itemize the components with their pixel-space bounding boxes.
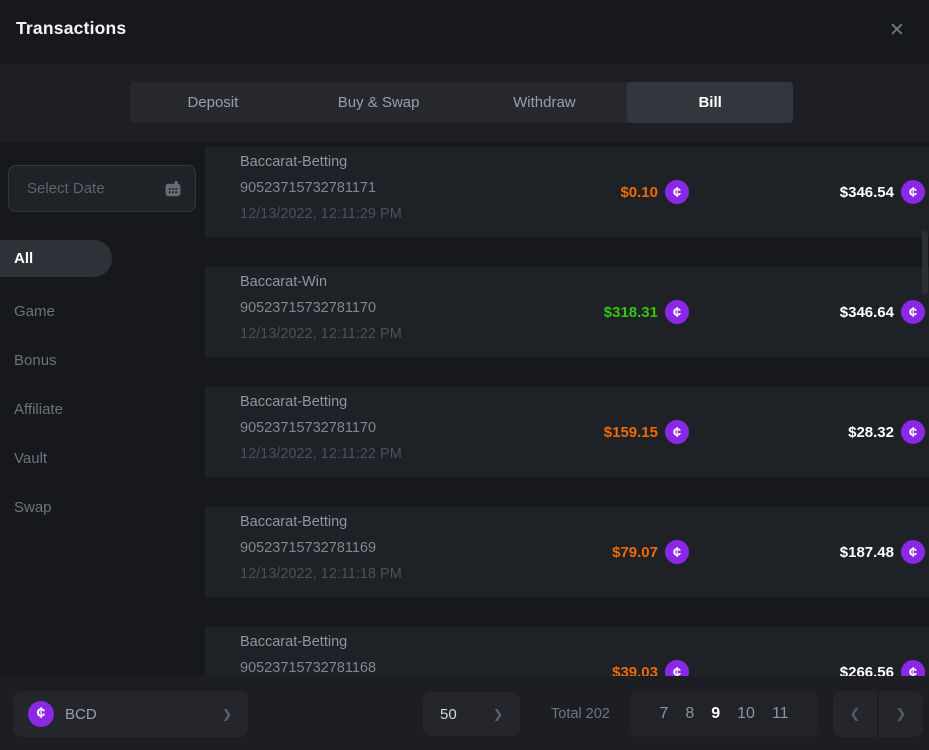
- chevron-right-icon: ❯: [493, 707, 503, 721]
- bcd-coin-icon: ¢: [665, 180, 689, 204]
- close-icon[interactable]: ✕: [882, 15, 912, 45]
- transaction-date: 12/13/2022, 12:11:22 PM: [240, 446, 402, 462]
- chevron-left-icon: ❮: [850, 706, 861, 722]
- transaction-balance: $346.64 ¢: [840, 300, 925, 324]
- chevron-right-icon: ❯: [896, 706, 907, 722]
- transaction-name: Baccarat-Win: [240, 274, 327, 290]
- prev-page-button[interactable]: ❮: [833, 691, 877, 737]
- pagination-nav: ❮ ❯: [833, 691, 923, 737]
- total-count-label: Total 202: [551, 691, 610, 737]
- transaction-balance: $187.48 ¢: [840, 540, 925, 564]
- transaction-date: 12/13/2022, 12:11:22 PM: [240, 326, 402, 342]
- transaction-name: Baccarat-Betting: [240, 514, 347, 530]
- page-size-value: 50: [440, 706, 457, 723]
- bcd-coin-icon: ¢: [901, 660, 925, 676]
- transaction-id: 90523715732781170: [240, 420, 376, 436]
- table-row[interactable]: Baccarat-Win 90523715732781170 12/13/202…: [205, 267, 929, 357]
- tab-deposit[interactable]: Deposit: [130, 82, 296, 123]
- modal-header: [0, 0, 929, 64]
- transaction-name: Baccarat-Betting: [240, 154, 347, 170]
- currency-selector[interactable]: ¢ BCD ❯: [13, 691, 248, 737]
- bcd-coin-icon: ¢: [901, 540, 925, 564]
- page-button-9[interactable]: 9: [711, 705, 720, 723]
- transaction-name: Baccarat-Betting: [240, 634, 347, 650]
- scrollbar-thumb[interactable]: [922, 230, 928, 294]
- transaction-balance: $266.56 ¢: [840, 660, 925, 676]
- page-button-11[interactable]: 11: [772, 705, 789, 723]
- transaction-id: 90523715732781169: [240, 540, 376, 556]
- tab-bill[interactable]: Bill: [627, 82, 793, 123]
- transaction-list: Baccarat-Betting 90523715732781171 12/13…: [0, 143, 929, 676]
- transaction-amount: $79.07 ¢: [612, 540, 689, 564]
- tab-buy-swap[interactable]: Buy & Swap: [296, 82, 462, 123]
- bcd-coin-icon: ¢: [901, 420, 925, 444]
- table-row[interactable]: Baccarat-Betting 90523715732781168 $39.0…: [205, 627, 929, 676]
- transaction-id: 90523715732781170: [240, 300, 376, 316]
- bcd-coin-icon: ¢: [28, 701, 54, 727]
- transaction-balance: $28.32 ¢: [848, 420, 925, 444]
- page-button-8[interactable]: 8: [685, 705, 694, 723]
- table-row[interactable]: Baccarat-Betting 90523715732781169 12/13…: [205, 507, 929, 597]
- transaction-amount: $39.03 ¢: [612, 660, 689, 676]
- transaction-id: 90523715732781168: [240, 660, 376, 676]
- bcd-coin-icon: ¢: [665, 420, 689, 444]
- table-row[interactable]: Baccarat-Betting 90523715732781171 12/13…: [205, 147, 929, 237]
- transaction-amount: $0.10 ¢: [620, 180, 689, 204]
- bcd-coin-icon: ¢: [901, 300, 925, 324]
- transaction-name: Baccarat-Betting: [240, 394, 347, 410]
- page-button-10[interactable]: 10: [737, 705, 755, 723]
- pagination: 7 8 9 10 11: [630, 691, 818, 737]
- bcd-coin-icon: ¢: [665, 300, 689, 324]
- chevron-right-icon: ❯: [222, 707, 232, 721]
- tab-withdraw[interactable]: Withdraw: [462, 82, 628, 123]
- transaction-amount: $318.31 ¢: [604, 300, 689, 324]
- next-page-button[interactable]: ❯: [879, 691, 923, 737]
- tabs-band: Deposit Buy & Swap Withdraw Bill: [0, 64, 929, 143]
- transaction-balance: $346.54 ¢: [840, 180, 925, 204]
- transaction-amount: $159.15 ¢: [604, 420, 689, 444]
- page-size-selector[interactable]: 50 ❯: [423, 692, 520, 736]
- page-title: Transactions: [16, 18, 126, 39]
- bcd-coin-icon: ¢: [665, 540, 689, 564]
- bcd-coin-icon: ¢: [665, 660, 689, 676]
- footer-bar: ¢ BCD ❯ 50 ❯ Total 202 7 8 9 10 11 ❮ ❯: [0, 676, 929, 750]
- table-row[interactable]: Baccarat-Betting 90523715732781170 12/13…: [205, 387, 929, 477]
- transaction-id: 90523715732781171: [240, 180, 376, 196]
- transaction-date: 12/13/2022, 12:11:29 PM: [240, 206, 402, 222]
- page-button-7[interactable]: 7: [659, 705, 668, 723]
- currency-label: BCD: [65, 706, 222, 723]
- tabs-strip: Deposit Buy & Swap Withdraw Bill: [130, 82, 793, 123]
- transaction-date: 12/13/2022, 12:11:18 PM: [240, 566, 402, 582]
- bcd-coin-icon: ¢: [901, 180, 925, 204]
